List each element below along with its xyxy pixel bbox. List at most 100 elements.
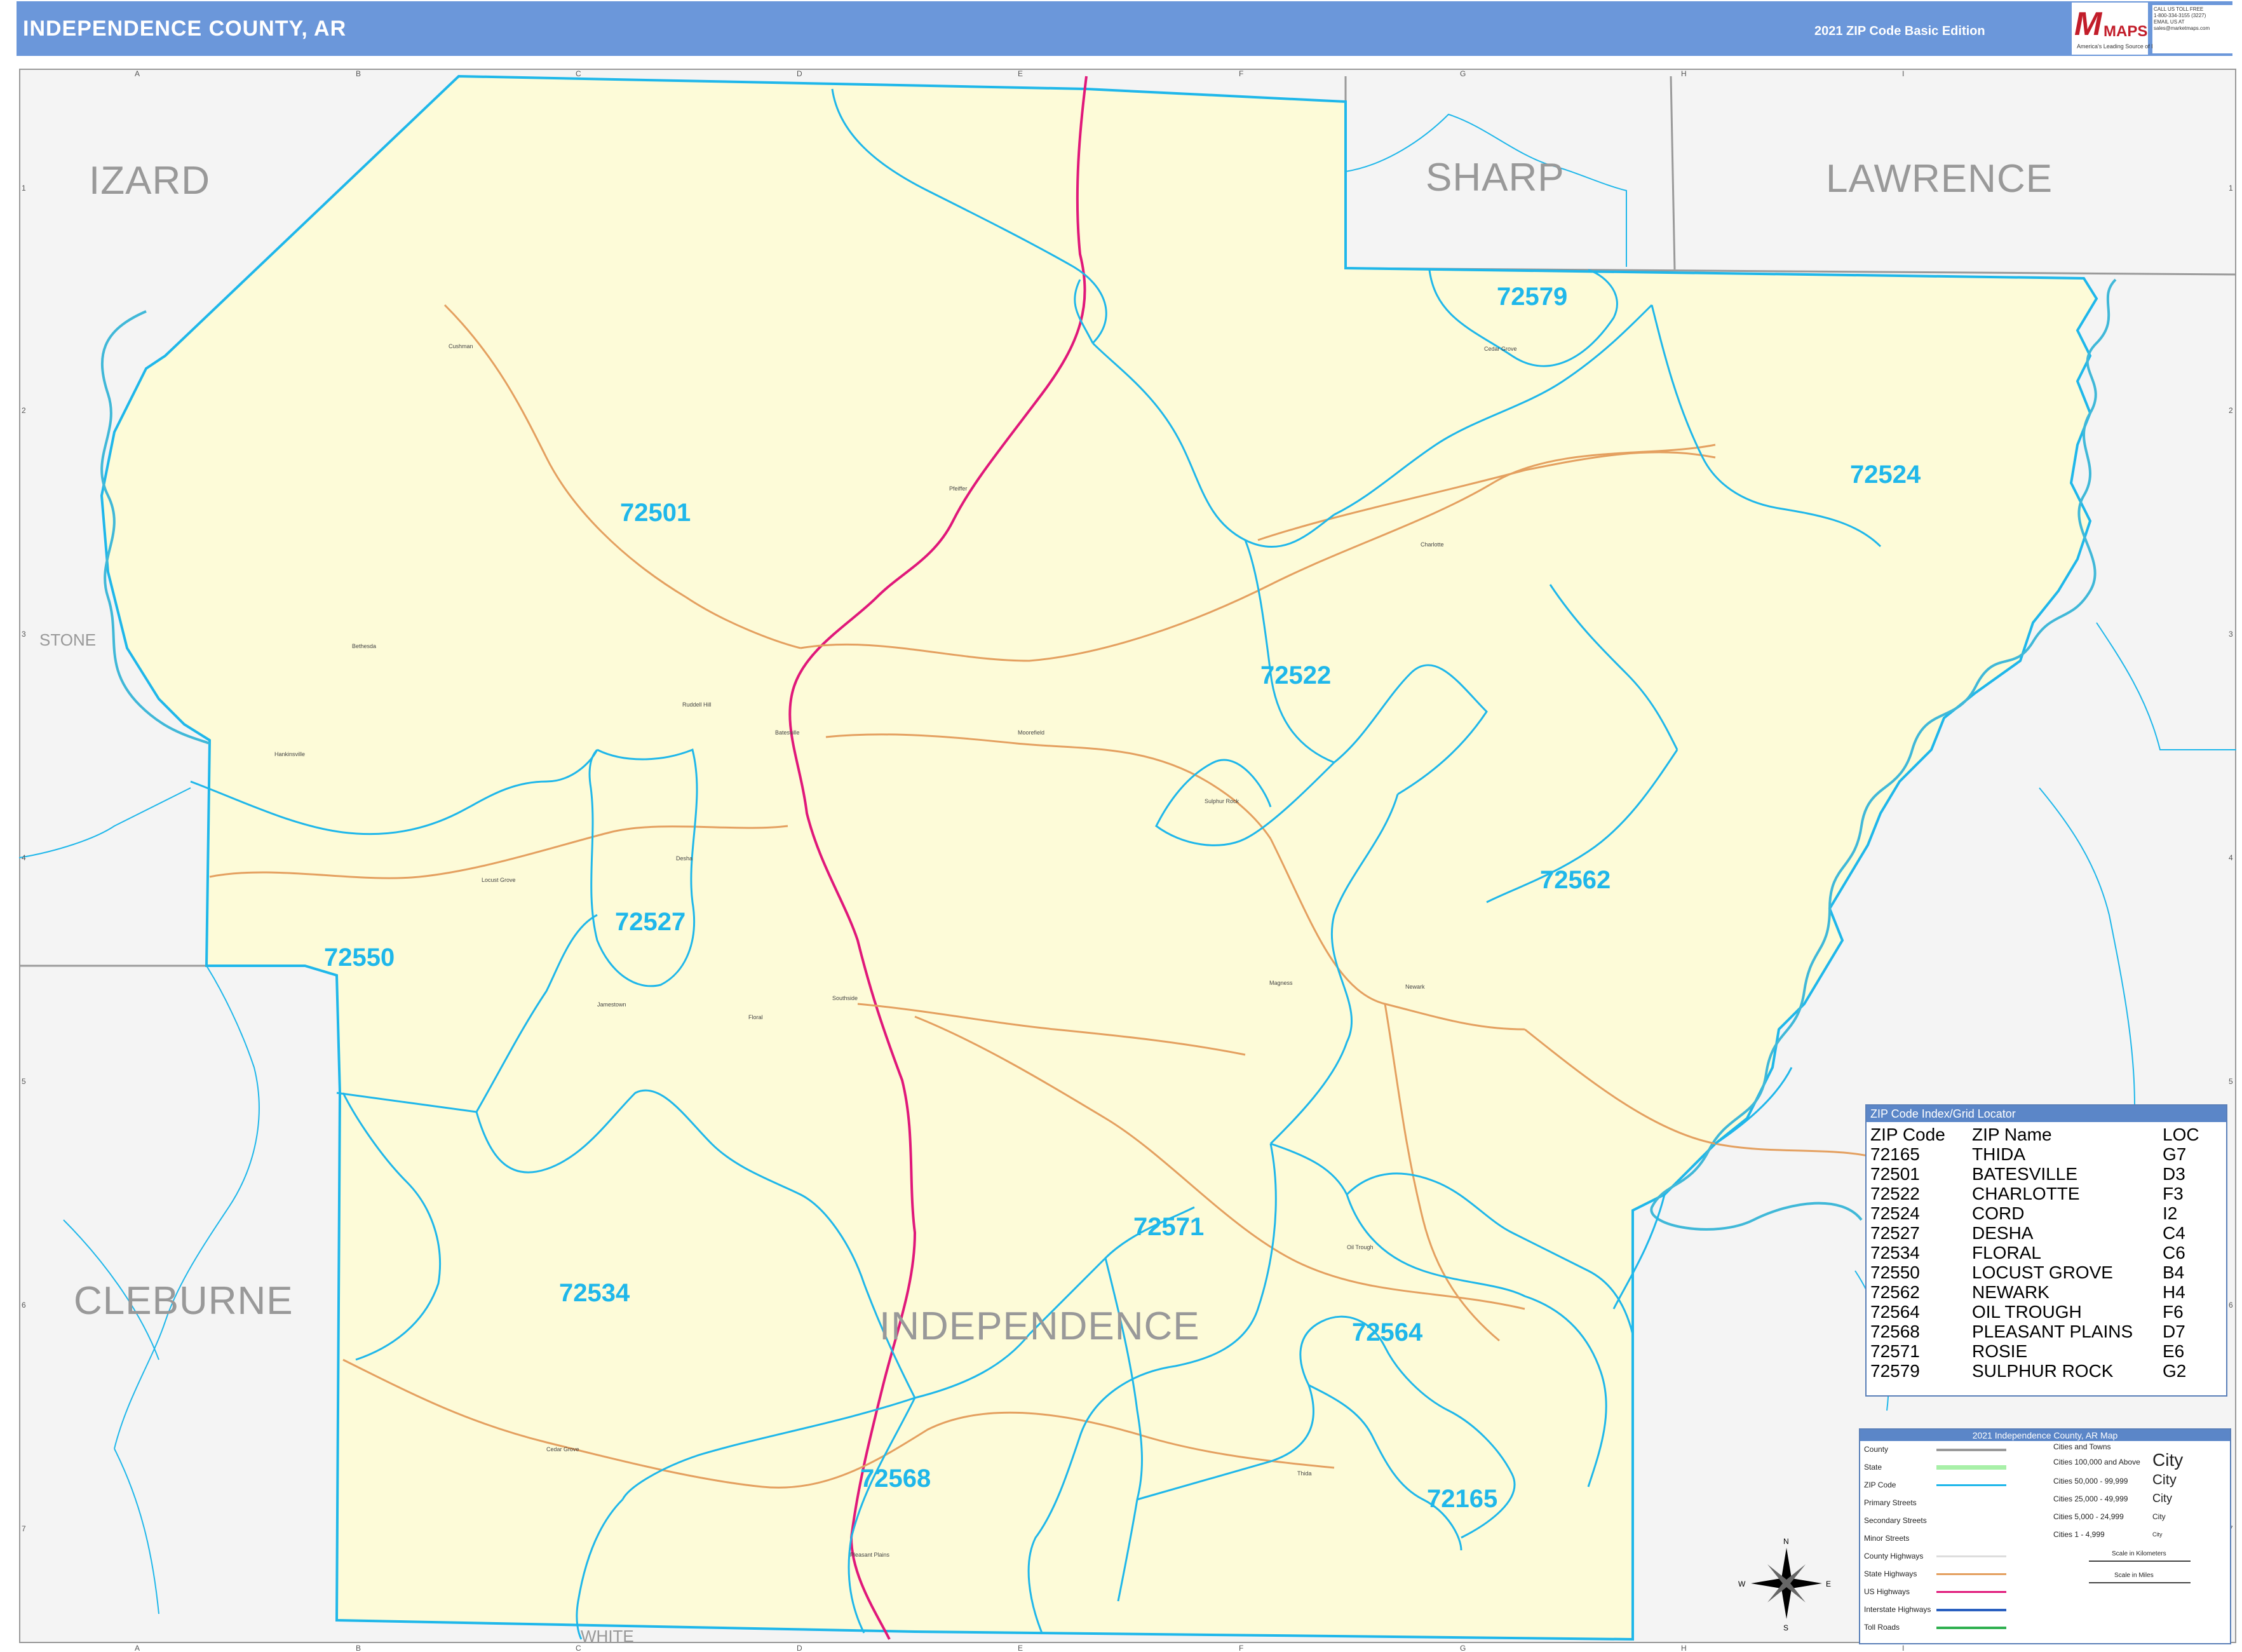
scale-bar-mi xyxy=(2089,1582,2191,1583)
grid-col-label: I xyxy=(1902,69,1904,78)
town-label: Desha xyxy=(676,855,692,862)
table-row[interactable]: 72579 SULPHUR ROCK G2 xyxy=(1870,1361,2206,1381)
legend-item: US Highways xyxy=(1864,1587,1910,1596)
legend-swatch xyxy=(1936,1465,2006,1470)
legend-item: Primary Streets xyxy=(1864,1498,1917,1507)
zip-name-cell: LOCUST GROVE xyxy=(1972,1263,2113,1282)
legend-swatch xyxy=(1936,1591,2006,1593)
legend-item: State xyxy=(1864,1463,1882,1472)
grid-row-label: 7 xyxy=(22,1524,26,1533)
table-row[interactable]: 72527 DESHA C4 xyxy=(1870,1223,2206,1243)
loc-cell: H4 xyxy=(2163,1282,2185,1302)
town-label: Sulphur Rock xyxy=(1205,798,1239,804)
grid-col-label: G xyxy=(1460,69,1466,78)
table-row[interactable]: 72165 THIDA G7 xyxy=(1870,1144,2206,1164)
zip-index-col: ZIP Name xyxy=(1972,1125,2052,1144)
grid-row-label: 1 xyxy=(2229,184,2233,193)
table-row[interactable]: 72562 NEWARK H4 xyxy=(1870,1282,2206,1302)
compass-s: S xyxy=(1783,1623,1788,1632)
grid-col-label: H xyxy=(1681,1644,1687,1652)
zip-index-header-row: ZIP Code ZIP Name LOC xyxy=(1870,1125,2206,1144)
grid-col-label: F xyxy=(1239,69,1243,78)
zip-name-cell: ROSIE xyxy=(1972,1341,2028,1361)
legend-swatch xyxy=(1936,1609,2006,1611)
legend-city-sample: City xyxy=(2152,1472,2177,1487)
compass-rose-icon: N E S W xyxy=(1738,1537,1831,1632)
scale-km-label: Scale in Kilometers xyxy=(2112,1550,2166,1557)
legend-item: State Highways xyxy=(1864,1569,1917,1578)
town-label: Floral xyxy=(748,1014,763,1020)
town-label: Southside xyxy=(832,995,858,1001)
loc-cell: D3 xyxy=(2163,1164,2185,1184)
town-label: Newark xyxy=(1405,984,1425,990)
legend-item: Minor Streets xyxy=(1864,1534,1910,1543)
table-row[interactable]: 72534 FLORAL C6 xyxy=(1870,1243,2206,1263)
zip-cell: 72522 xyxy=(1870,1184,1920,1203)
zip-label: 72165 xyxy=(1427,1485,1497,1513)
town-label: Locust Grove xyxy=(482,877,516,883)
zip-label: 72522 xyxy=(1260,661,1331,689)
loc-cell: D7 xyxy=(2163,1322,2185,1341)
table-row[interactable]: 72564 OIL TROUGH F6 xyxy=(1870,1302,2206,1322)
table-row[interactable]: 72524 CORD I2 xyxy=(1870,1203,2206,1223)
loc-cell: I2 xyxy=(2163,1203,2178,1223)
grid-col-label: E xyxy=(1018,69,1023,78)
county-label-white: WHITE xyxy=(581,1627,634,1646)
loc-cell: F6 xyxy=(2163,1302,2184,1322)
zip-cell: 72564 xyxy=(1870,1302,1920,1322)
zip-label: 72568 xyxy=(860,1465,931,1493)
town-label: Cedar Grove xyxy=(546,1446,579,1452)
scale-mi-label: Scale in Miles xyxy=(2114,1572,2154,1579)
county-label-cleburne: CLEBURNE xyxy=(74,1279,294,1323)
grid-row-label: 2 xyxy=(22,406,26,415)
zip-index-col: LOC xyxy=(2163,1125,2199,1144)
table-row[interactable]: 72501 BATESVILLE D3 xyxy=(1870,1164,2206,1184)
table-row[interactable]: 72522 CHARLOTTE F3 xyxy=(1870,1184,2206,1203)
county-label-sharp: SHARP xyxy=(1426,156,1565,200)
legend-city-sample: City xyxy=(2152,1531,2163,1538)
legend-item: County Highways xyxy=(1864,1552,1924,1561)
zip-index-title: ZIP Code Index/Grid Locator xyxy=(1867,1106,2226,1122)
town-label: Bethesda xyxy=(352,643,376,649)
grid-row-label: 2 xyxy=(2229,406,2233,415)
table-row[interactable]: 72550 LOCUST GROVE B4 xyxy=(1870,1263,2206,1282)
grid-col-label: D xyxy=(797,1644,802,1652)
compass-n: N xyxy=(1783,1537,1789,1546)
grid-row-label: 1 xyxy=(22,184,26,193)
zip-cell: 72571 xyxy=(1870,1341,1920,1361)
grid-row-label: 5 xyxy=(22,1077,26,1086)
zip-label: 72524 xyxy=(1850,461,1921,489)
table-row[interactable]: 72571 ROSIE E6 xyxy=(1870,1341,2206,1361)
grid-col-label: H xyxy=(1681,69,1687,78)
town-label: Batesville xyxy=(775,729,800,736)
town-label: Charlotte xyxy=(1421,541,1444,548)
compass-e: E xyxy=(1826,1580,1831,1588)
town-label: Jamestown xyxy=(597,1001,626,1008)
county-label-izard: IZARD xyxy=(89,159,210,203)
zip-index-col: ZIP Code xyxy=(1870,1125,1945,1144)
loc-cell: C4 xyxy=(2163,1223,2185,1243)
town-label: Pfeiffer xyxy=(949,485,967,492)
map-canvas[interactable]: A B C D E F G H I A B C D E F G H I 1 2 … xyxy=(0,0,2242,1652)
zip-label: 72564 xyxy=(1352,1318,1423,1346)
county-label-stone: STONE xyxy=(39,630,96,649)
grid-col-label: F xyxy=(1239,1644,1243,1652)
table-row[interactable]: 72568 PLEASANT PLAINS D7 xyxy=(1870,1322,2206,1341)
grid-col-label: G xyxy=(1460,1644,1466,1652)
zip-name-cell: OIL TROUGH xyxy=(1972,1302,2082,1322)
zip-name-cell: CHARLOTTE xyxy=(1972,1184,2080,1203)
loc-cell: F3 xyxy=(2163,1184,2184,1203)
county-label-lawrence: LAWRENCE xyxy=(1826,157,2053,201)
zip-name-cell: BATESVILLE xyxy=(1972,1164,2078,1184)
town-label: Oil Trough xyxy=(1347,1244,1374,1250)
grid-row-label: 3 xyxy=(22,630,26,639)
legend-city-item: Cities 5,000 - 24,999 xyxy=(2053,1512,2124,1521)
legend-panel: 2021 Independence County, AR Map County … xyxy=(1859,1428,2231,1644)
grid-col-label: B xyxy=(356,69,361,78)
legend-city-sample: City xyxy=(2152,1492,2172,1505)
grid-row-label: 5 xyxy=(2229,1077,2233,1086)
zip-cell: 72562 xyxy=(1870,1282,1920,1302)
grid-col-label: A xyxy=(135,69,140,78)
grid-col-label: C xyxy=(576,69,581,78)
zip-cell: 72165 xyxy=(1870,1144,1920,1164)
